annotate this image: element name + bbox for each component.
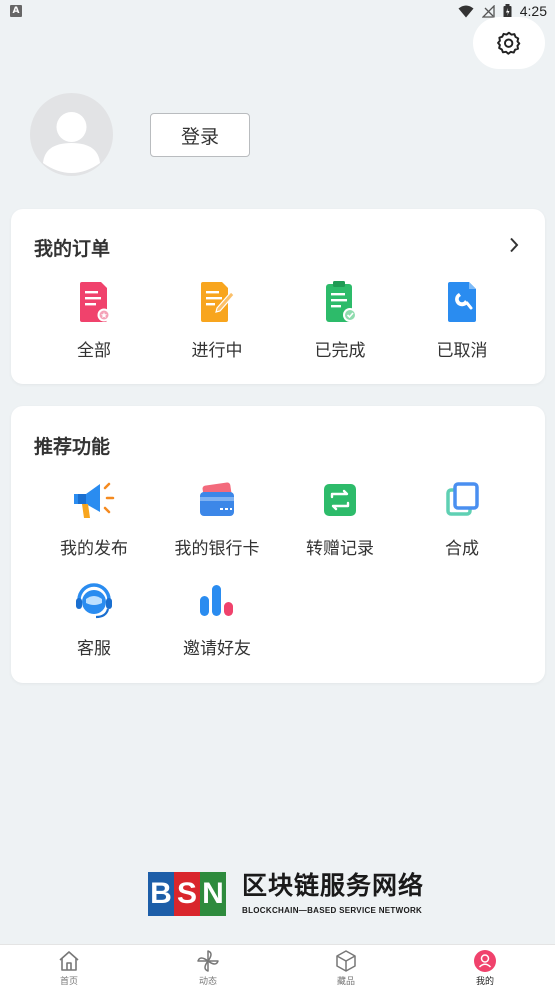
features-card: 推荐功能 我的发布 我的银行卡 转赠记录 合成 客服 邀请好友 <box>11 406 545 683</box>
tab-mine-label: 我的 <box>475 977 494 987</box>
order-in-progress-icon <box>201 282 235 322</box>
app-notification-icon: A <box>10 5 22 17</box>
bank-card-button[interactable]: 我的银行卡 <box>156 478 278 559</box>
bsn-logo: B S N <box>148 872 226 916</box>
invite-friends-icon <box>200 585 233 616</box>
order-in-progress-label: 进行中 <box>191 341 243 361</box>
compose-label: 合成 <box>445 539 479 559</box>
my-posts-label: 我的发布 <box>60 539 128 559</box>
features-title: 推荐功能 <box>34 436 111 458</box>
bsn-logo-s: S <box>174 872 200 916</box>
bank-card-label: 我的银行卡 <box>174 539 260 559</box>
order-cancelled-icon <box>448 282 476 322</box>
status-bar: A 4:25 <box>0 0 555 26</box>
no-signal-icon <box>481 4 495 18</box>
order-in-progress-button[interactable]: 进行中 <box>156 280 278 361</box>
order-all-label: 全部 <box>77 341 111 361</box>
customer-service-label: 客服 <box>77 639 111 659</box>
login-button[interactable]: 登录 <box>150 113 250 157</box>
compose-icon <box>446 482 479 516</box>
tab-collection-label: 藏品 <box>336 977 355 987</box>
order-all-button[interactable]: 全部 <box>33 280 155 361</box>
my-posts-button[interactable]: 我的发布 <box>33 478 155 559</box>
profile-icon <box>474 950 496 972</box>
pinwheel-icon <box>197 950 219 972</box>
orders-card: 我的订单 全部 进行中 已完成 已取消 <box>11 209 545 384</box>
wifi-icon <box>458 5 474 17</box>
order-done-icon <box>326 281 357 322</box>
settings-button[interactable] <box>473 17 545 69</box>
cube-icon <box>336 950 356 972</box>
bank-card-icon <box>200 482 234 516</box>
bsn-logo-n: N <box>200 872 226 916</box>
megaphone-icon <box>74 482 115 518</box>
order-all-icon <box>80 282 111 322</box>
bsn-logo-b: B <box>148 872 174 916</box>
gear-icon <box>497 31 521 55</box>
bottom-tab-bar: 首页 动态 藏品 我的 <box>0 944 555 993</box>
default-user-icon <box>43 112 100 173</box>
order-cancelled-button[interactable]: 已取消 <box>401 280 523 361</box>
transfer-icon <box>324 484 356 516</box>
invite-friends-label: 邀请好友 <box>183 639 251 659</box>
bsn-title-en: BLOCKCHAIN—BASED SERVICE NETWORK <box>242 906 423 915</box>
bsn-footer: B S N 区块链服务网络 BLOCKCHAIN—BASED SERVICE N… <box>148 872 424 916</box>
order-done-button[interactable]: 已完成 <box>279 280 401 361</box>
bsn-title-cn: 区块链服务网络 <box>242 871 425 900</box>
orders-title: 我的订单 <box>34 238 111 260</box>
invite-friends-button[interactable]: 邀请好友 <box>156 578 278 659</box>
order-done-label: 已完成 <box>314 341 366 361</box>
tab-home[interactable]: 首页 <box>29 949 109 987</box>
customer-service-icon <box>76 583 112 619</box>
compose-button[interactable]: 合成 <box>401 478 523 559</box>
home-icon <box>59 951 79 971</box>
tab-home-label: 首页 <box>59 977 78 987</box>
avatar[interactable] <box>30 93 113 176</box>
transfer-records-button[interactable]: 转赠记录 <box>279 478 401 559</box>
transfer-records-label: 转赠记录 <box>306 539 374 559</box>
tab-mine[interactable]: 我的 <box>445 949 525 987</box>
order-cancelled-label: 已取消 <box>436 341 488 361</box>
tab-feed-label: 动态 <box>198 977 217 987</box>
chevron-right-icon[interactable] <box>509 237 519 253</box>
tab-feed[interactable]: 动态 <box>168 949 248 987</box>
tab-collection[interactable]: 藏品 <box>306 949 386 987</box>
customer-service-button[interactable]: 客服 <box>33 578 155 659</box>
